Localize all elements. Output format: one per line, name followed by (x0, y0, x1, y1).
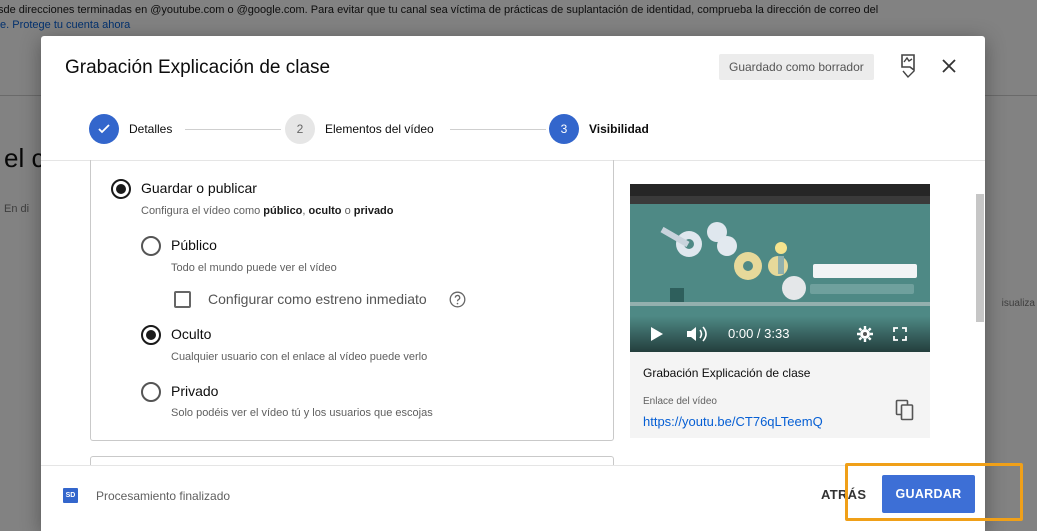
upload-dialog: Grabación Explicación de clase Guardado … (41, 36, 985, 531)
step-label: Detalles (129, 122, 173, 136)
draft-status-badge: Guardado como borrador (719, 54, 874, 80)
public-title: Público (171, 237, 217, 253)
step-label: Elementos del vídeo (325, 122, 434, 136)
upload-stepper: Detalles 2 Elementos del vídeo 3 Visibil… (41, 108, 985, 150)
step-details[interactable]: Detalles (89, 114, 172, 144)
step-connector (185, 129, 281, 130)
settings-gear-icon[interactable] (857, 326, 873, 342)
private-radio[interactable] (141, 382, 161, 402)
processing-status: Procesamiento finalizado (96, 489, 231, 503)
video-controls: 0:00 / 3:33 (630, 316, 930, 352)
save-publish-title: Guardar o publicar (141, 180, 257, 196)
unlisted-radio[interactable] (141, 325, 161, 345)
save-or-publish-panel: Guardar o publicar Configura el vídeo co… (90, 160, 614, 441)
dialog-title: Grabación Explicación de clase (65, 57, 331, 78)
step-connector (450, 129, 546, 130)
premiere-checkbox[interactable] (174, 291, 191, 308)
save-publish-desc: Configura el vídeo como público, oculto … (141, 205, 394, 217)
video-link[interactable]: https://youtu.be/CT76qLTeemQ (643, 414, 823, 429)
video-time: 0:00 / 3:33 (728, 326, 790, 341)
step-label: Visibilidad (589, 122, 649, 136)
public-radio[interactable] (141, 236, 161, 256)
unlisted-title: Oculto (171, 326, 212, 342)
play-icon[interactable] (650, 326, 664, 342)
fullscreen-icon[interactable] (893, 327, 907, 341)
public-desc: Todo el mundo puede ver el vídeo (171, 262, 337, 274)
step-number: 2 (285, 114, 315, 144)
save-button-highlight (845, 463, 1023, 521)
step-number: 3 (549, 114, 579, 144)
private-title: Privado (171, 383, 219, 399)
dialog-header: Grabación Explicación de clase Guardado … (41, 36, 985, 100)
preview-video-title: Grabación Explicación de clase (643, 366, 811, 380)
copy-icon[interactable] (895, 399, 915, 421)
scrollbar-thumb[interactable] (976, 194, 984, 322)
video-preview-card: 0:00 / 3:33 Grabación Explicación de cla… (630, 184, 930, 438)
private-desc: Solo podéis ver el vídeo tú y los usuari… (171, 407, 433, 419)
video-link-label: Enlace del vídeo (643, 396, 717, 407)
check-icon (89, 114, 119, 144)
sd-quality-badge: SD (63, 488, 78, 503)
video-player[interactable]: 0:00 / 3:33 (630, 184, 930, 352)
help-icon[interactable] (449, 291, 466, 308)
premiere-label: Configurar como estreno inmediato (208, 291, 427, 307)
close-icon[interactable] (938, 55, 960, 77)
unlisted-desc: Cualquier usuario con el enlace al vídeo… (171, 351, 428, 363)
step-visibility[interactable]: 3 Visibilidad (549, 114, 649, 144)
step-video-elements[interactable]: 2 Elementos del vídeo (285, 114, 434, 144)
save-publish-radio[interactable] (111, 179, 131, 199)
feedback-icon[interactable] (897, 53, 919, 79)
dialog-footer: SD Procesamiento finalizado ATRÁS GUARDA… (41, 465, 985, 531)
volume-icon[interactable] (686, 325, 710, 343)
